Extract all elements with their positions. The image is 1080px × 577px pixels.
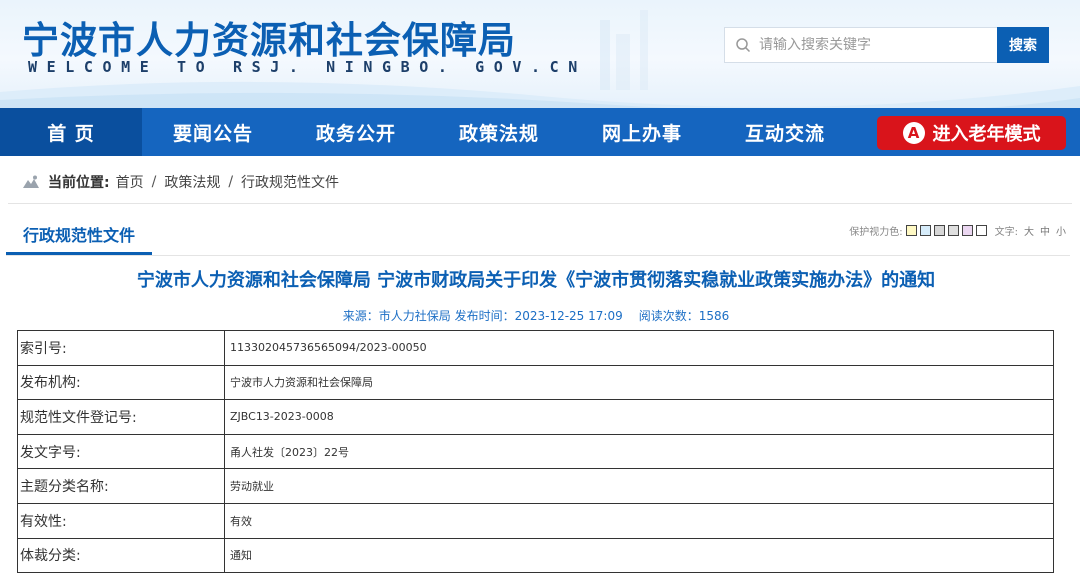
article-publish-time: 发布时间：2023-12-25 17:09 — [454, 309, 623, 323]
info-value: 甬人社发〔2023〕22号 — [224, 433, 1054, 470]
breadcrumb: 当前位置: 首页 / 政策法规 / 行政规范性文件 — [22, 172, 339, 192]
breadcrumb-normative-docs[interactable]: 行政规范性文件 — [241, 172, 339, 192]
section-tab: 行政规范性文件 — [6, 215, 152, 255]
info-value: 通知 — [224, 537, 1054, 574]
breadcrumb-label: 当前位置: — [48, 175, 110, 191]
breadcrumb-separator: / — [151, 174, 157, 190]
info-value: ZJBC13-2023-0008 — [224, 399, 1054, 435]
table-row: 索引号: 113302045736565094/2023-00050 — [17, 330, 1054, 366]
nav-item-home[interactable]: 首 页 — [0, 108, 142, 156]
nav-item-government-affairs[interactable]: 政务公开 — [285, 108, 427, 156]
info-key: 主题分类名称: — [17, 468, 225, 504]
eye-care-swatch[interactable] — [961, 225, 973, 236]
info-key: 索引号: — [17, 330, 225, 366]
eye-care-swatch[interactable] — [933, 225, 945, 236]
font-size-medium[interactable]: 中 — [1040, 223, 1050, 238]
search-input[interactable] — [759, 37, 979, 53]
table-row: 发文字号: 甬人社发〔2023〕22号 — [17, 433, 1054, 470]
info-key: 有效性: — [17, 502, 225, 539]
nav-item-online-services[interactable]: 网上办事 — [571, 108, 713, 156]
elder-mode-icon: A — [902, 122, 925, 144]
document-info-table: 索引号: 113302045736565094/2023-00050 发布机构:… — [17, 330, 1054, 574]
article-meta: 来源：市人力社保局 发布时间：2023-12-25 17:09 阅读次数：1586 — [0, 307, 1072, 324]
search-button[interactable]: 搜索 — [997, 27, 1049, 63]
breadcrumb-separator: / — [228, 174, 234, 190]
info-key: 体裁分类: — [17, 537, 225, 574]
eye-care-swatch[interactable] — [947, 225, 959, 236]
info-key: 发布机构: — [17, 364, 225, 401]
eye-care-label: 保护视力色: — [849, 227, 903, 238]
breadcrumb-divider — [8, 203, 1072, 204]
info-key: 规范性文件登记号: — [17, 399, 225, 435]
table-row: 有效性: 有效 — [17, 502, 1054, 539]
search-box — [724, 27, 998, 63]
search-icon — [736, 38, 751, 53]
table-row: 主题分类名称: 劳动就业 — [17, 468, 1054, 504]
breadcrumb-home[interactable]: 首页 — [116, 172, 144, 192]
elder-mode-label: 进入老年模式 — [932, 124, 1041, 145]
breadcrumb-policies[interactable]: 政策法规 — [164, 172, 220, 192]
display-preferences: 保护视力色: 文字: 大 中 小 — [849, 223, 1066, 238]
info-key: 发文字号: — [17, 433, 225, 470]
nav-item-news[interactable]: 要闻公告 — [142, 108, 284, 156]
location-icon — [23, 175, 39, 188]
eye-care-swatch[interactable] — [975, 225, 987, 236]
eye-care-swatch[interactable] — [919, 225, 931, 236]
font-size-large[interactable]: 大 — [1024, 223, 1034, 238]
info-value: 113302045736565094/2023-00050 — [224, 330, 1054, 366]
table-row: 规范性文件登记号: ZJBC13-2023-0008 — [17, 399, 1054, 435]
table-row: 发布机构: 宁波市人力资源和社会保障局 — [17, 364, 1054, 401]
site-header: 宁波市人力资源和社会保障局 WELCOME TO RSJ. NINGBO. GO… — [0, 0, 1080, 108]
site-title: 宁波市人力资源和社会保障局 — [22, 19, 516, 62]
font-size-small[interactable]: 小 — [1056, 223, 1066, 238]
nav-item-interaction[interactable]: 互动交流 — [714, 108, 856, 156]
info-value: 有效 — [224, 502, 1054, 539]
info-value: 劳动就业 — [224, 468, 1054, 504]
article-read-count: 阅读次数：1586 — [638, 309, 730, 323]
article-source: 来源：市人力社保局 — [342, 309, 451, 323]
nav-item-policies[interactable]: 政策法规 — [428, 108, 570, 156]
table-row: 体裁分类: 通知 — [17, 537, 1054, 574]
info-value: 宁波市人力资源和社会保障局 — [224, 364, 1054, 401]
eye-care-swatch[interactable] — [905, 225, 917, 236]
font-size-label: 文字: — [994, 227, 1018, 238]
elder-mode-button[interactable]: A 进入老年模式 — [877, 116, 1066, 150]
article-title: 宁波市人力资源和社会保障局 宁波市财政局关于印发《宁波市贯彻落实稳就业政策实施办… — [136, 270, 936, 291]
site-subtitle: WELCOME TO RSJ. NINGBO. GOV.CN — [28, 58, 587, 76]
section-divider — [6, 255, 1070, 256]
